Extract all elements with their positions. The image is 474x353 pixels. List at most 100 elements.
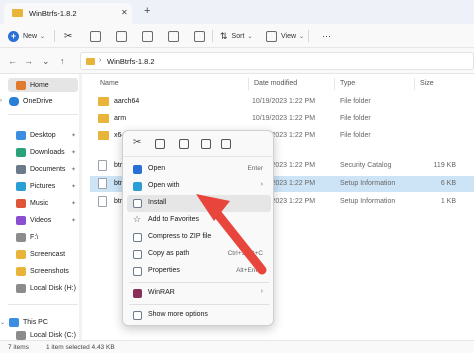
back-icon[interactable]: ← <box>8 56 17 66</box>
menu-item-copy-as-path[interactable]: Copy as path Ctrl+Shift+C <box>127 246 271 263</box>
install-icon <box>133 199 142 208</box>
drive-icon <box>16 330 26 340</box>
more-options-icon <box>133 311 142 320</box>
share-icon[interactable] <box>201 139 211 149</box>
sidebar-item-local-disk-c[interactable]: Local Disk (C:) <box>0 330 82 340</box>
column-divider[interactable] <box>414 78 415 90</box>
menu-item-winrar[interactable]: WinRAR › <box>127 285 271 302</box>
breadcrumb-separator: › <box>99 57 102 64</box>
file-date: 10/19/2023 1:22 PM <box>252 98 316 105</box>
up-icon[interactable]: ↑ <box>60 56 65 66</box>
column-header-size[interactable]: Size <box>420 80 434 87</box>
view-button[interactable]: View ⌄ <box>266 29 304 43</box>
videos-icon <box>16 215 26 225</box>
more-label: ··· <box>322 31 331 41</box>
sidebar-item-screencast[interactable]: Screencast <box>0 247 82 261</box>
chevron-right-icon: › <box>0 98 2 104</box>
sidebar-item-onedrive[interactable]: › OneDrive <box>0 94 82 108</box>
menu-item-compress-zip[interactable]: Compress to ZIP file <box>127 229 271 246</box>
security-catalog-icon <box>98 160 107 171</box>
sidebar-item-pictures[interactable]: Pictures ✦ <box>0 179 82 193</box>
delete-icon[interactable] <box>221 139 231 149</box>
selection-info: 1 item selected 4.43 KB <box>46 344 115 351</box>
sidebar-item-local-disk-h[interactable]: Local Disk (H:) <box>0 281 82 295</box>
pictures-icon <box>16 181 26 191</box>
sidebar-item-documents[interactable]: Documents ✦ <box>0 162 82 176</box>
copy-button[interactable] <box>90 29 101 43</box>
menu-item-label: Compress to ZIP file <box>148 233 212 240</box>
delete-button[interactable] <box>194 29 205 43</box>
menu-item-install[interactable]: Install <box>127 195 271 212</box>
share-icon <box>168 30 179 42</box>
menu-item-open-with[interactable]: Open with › <box>127 178 271 195</box>
sidebar-scrollbar[interactable] <box>79 74 82 340</box>
sidebar-item-videos[interactable]: Videos ✦ <box>0 213 82 227</box>
close-tab-icon[interactable]: ✕ <box>121 8 128 17</box>
column-divider[interactable] <box>248 78 249 90</box>
file-type: File folder <box>340 132 371 139</box>
sidebar-item-this-pc[interactable]: ⌄ This PC <box>0 315 82 329</box>
sidebar-item-label: Screencast <box>30 250 66 258</box>
menu-separator <box>129 304 269 305</box>
divider <box>308 30 309 42</box>
folder-icon <box>98 114 109 123</box>
sidebar-item-label: Local Disk (H:) <box>30 284 76 292</box>
chevron-down-icon: ⌄ <box>299 33 305 40</box>
rename-icon[interactable] <box>179 139 189 149</box>
menu-item-label: Add to Favorites <box>148 216 199 223</box>
folder-icon <box>98 97 109 106</box>
paste-button[interactable] <box>116 29 127 43</box>
context-menu: ✂ Open Enter Open with › Install ☆ Add t… <box>122 130 275 326</box>
cut-button[interactable]: ✂ <box>64 29 72 43</box>
sidebar-item-desktop[interactable]: Desktop ✦ <box>0 128 82 142</box>
drive-icon <box>16 283 26 293</box>
column-divider[interactable] <box>334 78 335 90</box>
address-bar[interactable]: › WinBtrfs-1.8.2 <box>80 52 474 70</box>
divider <box>8 114 78 115</box>
menu-item-properties[interactable]: Properties Alt+Enter <box>127 263 271 280</box>
recent-locations-icon[interactable]: ⌄ <box>42 56 50 67</box>
sidebar-item-label: Local Disk (C:) <box>30 331 76 339</box>
new-button[interactable]: + New ⌄ <box>8 29 45 43</box>
item-count: 7 items <box>8 344 29 351</box>
menu-item-add-to-favorites[interactable]: ☆ Add to Favorites <box>127 212 271 229</box>
tab-winbtrfs[interactable]: WinBtrfs-1.8.2 ✕ <box>4 3 132 24</box>
setup-information-icon <box>98 178 107 189</box>
sidebar-item-label: Music <box>30 199 49 207</box>
share-button[interactable] <box>168 29 179 43</box>
sidebar-item-music[interactable]: Music ✦ <box>0 196 82 210</box>
menu-item-open[interactable]: Open Enter <box>127 161 271 178</box>
context-menu-quick-actions: ✂ <box>123 131 275 157</box>
rename-button[interactable] <box>142 29 153 43</box>
forward-icon[interactable]: → <box>24 56 33 66</box>
menu-item-label: WinRAR <box>148 289 175 296</box>
column-header-type[interactable]: Type <box>340 80 355 87</box>
tab-title: WinBtrfs-1.8.2 <box>29 9 77 18</box>
sidebar-item-downloads[interactable]: Downloads ✦ <box>0 145 82 159</box>
file-size: 119 KB <box>433 162 456 169</box>
table-row[interactable]: arm 10/19/2023 1:22 PM File folder <box>90 111 474 127</box>
menu-item-label: Open <box>148 165 166 172</box>
open-icon <box>133 165 142 174</box>
menu-shortcut: Alt+Enter <box>236 267 263 274</box>
plus-icon: + <box>8 30 19 42</box>
sidebar-item-f-drive[interactable]: F:\ <box>0 230 82 244</box>
sidebar-item-screenshots[interactable]: Screenshots <box>0 264 82 278</box>
breadcrumb[interactable]: WinBtrfs-1.8.2 <box>107 57 155 66</box>
sort-button[interactable]: ⇅ Sort ⌄ <box>220 29 252 43</box>
more-button[interactable]: ··· <box>318 29 331 43</box>
menu-item-label: Copy as path <box>148 250 190 257</box>
cut-icon[interactable]: ✂ <box>133 137 141 148</box>
pin-icon: ✦ <box>70 183 76 190</box>
column-header-name[interactable]: Name <box>100 80 119 87</box>
copy-icon[interactable] <box>155 139 165 149</box>
sidebar-item-home[interactable]: Home <box>8 78 78 92</box>
chevron-right-icon: › <box>260 181 263 188</box>
sidebar-item-label: Videos <box>30 216 52 224</box>
table-row[interactable]: aarch64 10/19/2023 1:22 PM File folder <box>90 94 474 110</box>
new-tab-button[interactable]: + <box>144 5 150 17</box>
column-header-date[interactable]: Date modified <box>254 80 297 87</box>
pc-icon <box>9 317 19 327</box>
menu-item-show-more-options[interactable]: Show more options <box>127 307 271 324</box>
chevron-down-icon: ⌄ <box>40 33 46 40</box>
